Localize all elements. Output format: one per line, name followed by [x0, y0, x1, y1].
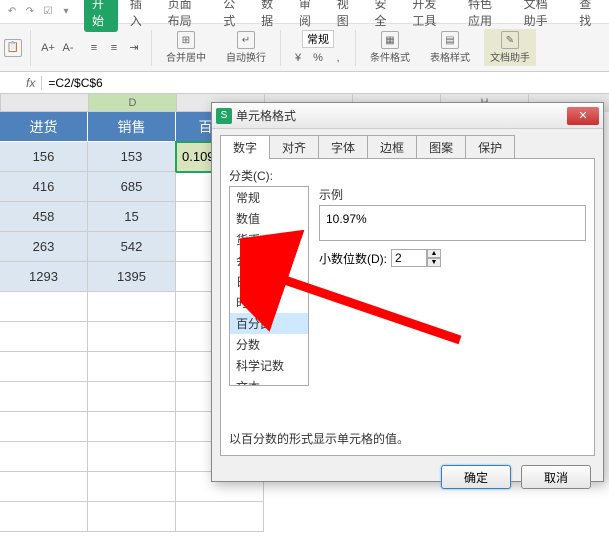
category-label: 分类(C):: [229, 167, 586, 184]
doc-helper-icon: ✎: [501, 31, 519, 49]
cat-number[interactable]: 数值: [230, 208, 308, 229]
doc-helper-label: 文档助手: [490, 49, 530, 64]
cell[interactable]: 1293: [0, 262, 88, 292]
cat-accounting[interactable]: 会计专用: [230, 250, 308, 271]
fx-label[interactable]: fx: [20, 76, 42, 90]
tab-protect[interactable]: 保护: [465, 135, 515, 159]
decimals-spinner[interactable]: ▲ ▼: [391, 249, 441, 267]
tab-border[interactable]: 边框: [367, 135, 417, 159]
cat-date[interactable]: 日期: [230, 271, 308, 292]
merge-label: 合并居中: [166, 49, 206, 64]
ok-button[interactable]: 确定: [441, 465, 511, 489]
tab-dev[interactable]: 开发工具: [404, 0, 456, 32]
close-button[interactable]: ✕: [567, 107, 599, 125]
dialog-buttons: 确定 取消: [212, 465, 603, 499]
cell-format-dialog: S 单元格格式 ✕ 数字 对齐 字体 边框 图案 保护 分类(C): 常规 数值…: [211, 102, 604, 482]
font-group: A+ A-: [39, 40, 77, 56]
tab-review[interactable]: 审阅: [291, 0, 325, 32]
format-options: 示例 10.97% 小数位数(D): ▲ ▼: [319, 186, 586, 386]
tab-insert[interactable]: 插入: [122, 0, 156, 32]
percent-icon[interactable]: %: [309, 50, 327, 66]
tab-number[interactable]: 数字: [220, 135, 270, 159]
cat-percentage[interactable]: 百分比: [230, 313, 308, 334]
cell[interactable]: 1395: [88, 262, 176, 292]
category-list[interactable]: 常规 数值 货币 会计专用 日期 时间 百分比 分数 科学记数 文本 特殊 自定…: [229, 186, 309, 386]
col-header[interactable]: [1, 94, 89, 112]
cat-scientific[interactable]: 科学记数: [230, 355, 308, 376]
tab-security[interactable]: 安全: [367, 0, 401, 32]
dropdown-icon[interactable]: ▾: [58, 4, 74, 20]
quick-access: ↶ ↷ ☑ ▾: [4, 4, 74, 20]
tab-find[interactable]: 查找: [571, 0, 605, 32]
tab-special[interactable]: 特色应用: [460, 0, 512, 32]
comma-icon[interactable]: ,: [329, 50, 347, 66]
cat-time[interactable]: 时间: [230, 292, 308, 313]
wps-logo-icon: S: [216, 108, 232, 124]
table-style-icon: ▤: [441, 31, 459, 49]
merge-icon: ⊞: [177, 31, 195, 49]
formula-bar: fx: [0, 72, 609, 94]
tab-start[interactable]: 开始: [84, 0, 118, 32]
merge-center-button[interactable]: ⊞ 合并居中: [160, 29, 212, 66]
spin-up-icon[interactable]: ▲: [427, 249, 441, 258]
decimals-label: 小数位数(D):: [319, 250, 387, 267]
cat-text[interactable]: 文本: [230, 376, 308, 386]
wrap-icon: ↵: [237, 31, 255, 49]
indent-icon[interactable]: ⇥: [125, 40, 143, 56]
conditional-format-button[interactable]: ▦ 条件格式: [364, 29, 416, 66]
tab-view[interactable]: 视图: [329, 0, 363, 32]
dialog-tabs: 数字 对齐 字体 边框 图案 保护: [212, 129, 603, 159]
currency-icon[interactable]: ¥: [289, 50, 307, 66]
col-header-d[interactable]: D: [89, 94, 177, 112]
number-format-dropdown[interactable]: 常规: [302, 30, 334, 48]
doc-helper-button[interactable]: ✎ 文档助手: [484, 29, 536, 66]
header-sales[interactable]: 销售: [88, 112, 176, 142]
paste-icon[interactable]: 📋: [4, 39, 22, 57]
tab-align[interactable]: 对齐: [269, 135, 319, 159]
dialog-body: 分类(C): 常规 数值 货币 会计专用 日期 时间 百分比 分数 科学记数 文…: [220, 158, 595, 456]
header-stock[interactable]: 进货: [0, 112, 88, 142]
sample-box: 10.97%: [319, 205, 586, 241]
wrap-text-button[interactable]: ↵ 自动换行: [220, 29, 272, 66]
cat-general[interactable]: 常规: [230, 187, 308, 208]
cell[interactable]: 15: [88, 202, 176, 232]
tab-dochelp[interactable]: 文档助手: [516, 0, 568, 32]
menu-bar: ↶ ↷ ☑ ▾ 开始 插入 页面布局 公式 数据 审阅 视图 安全 开发工具 特…: [0, 0, 609, 24]
tab-formula[interactable]: 公式: [215, 0, 249, 32]
save-icon[interactable]: ☑: [40, 4, 56, 20]
cell[interactable]: 156: [0, 142, 88, 172]
tab-layout[interactable]: 页面布局: [160, 0, 212, 32]
cond-label: 条件格式: [370, 49, 410, 64]
menu-tabs: 开始 插入 页面布局 公式 数据 审阅 视图 安全 开发工具 特色应用 文档助手…: [84, 0, 605, 32]
formula-input[interactable]: [42, 76, 609, 90]
cell[interactable]: 685: [88, 172, 176, 202]
cat-fraction[interactable]: 分数: [230, 334, 308, 355]
cell[interactable]: 542: [88, 232, 176, 262]
font-increase[interactable]: A+: [39, 40, 57, 56]
wrap-label: 自动换行: [226, 49, 266, 64]
align-center-icon[interactable]: ≡: [105, 40, 123, 56]
redo-icon[interactable]: ↷: [22, 4, 38, 20]
tab-data[interactable]: 数据: [253, 0, 287, 32]
cell[interactable]: 153: [88, 142, 176, 172]
align-left-icon[interactable]: ≡: [85, 40, 103, 56]
cell[interactable]: 458: [0, 202, 88, 232]
sample-label: 示例: [319, 186, 586, 203]
dialog-titlebar[interactable]: S 单元格格式 ✕: [212, 103, 603, 129]
tab-pattern[interactable]: 图案: [416, 135, 466, 159]
dialog-title: 单元格格式: [236, 107, 567, 124]
tab-font[interactable]: 字体: [318, 135, 368, 159]
decimals-input[interactable]: [391, 249, 427, 267]
table-style-button[interactable]: ▤ 表格样式: [424, 29, 476, 66]
cat-currency[interactable]: 货币: [230, 229, 308, 250]
format-description: 以百分数的形式显示单元格的值。: [229, 430, 409, 447]
cancel-button[interactable]: 取消: [521, 465, 591, 489]
cell[interactable]: 263: [0, 232, 88, 262]
cell[interactable]: 416: [0, 172, 88, 202]
cond-format-icon: ▦: [381, 31, 399, 49]
undo-icon[interactable]: ↶: [4, 4, 20, 20]
spin-down-icon[interactable]: ▼: [427, 258, 441, 267]
table-style-label: 表格样式: [430, 49, 470, 64]
font-decrease[interactable]: A-: [59, 40, 77, 56]
